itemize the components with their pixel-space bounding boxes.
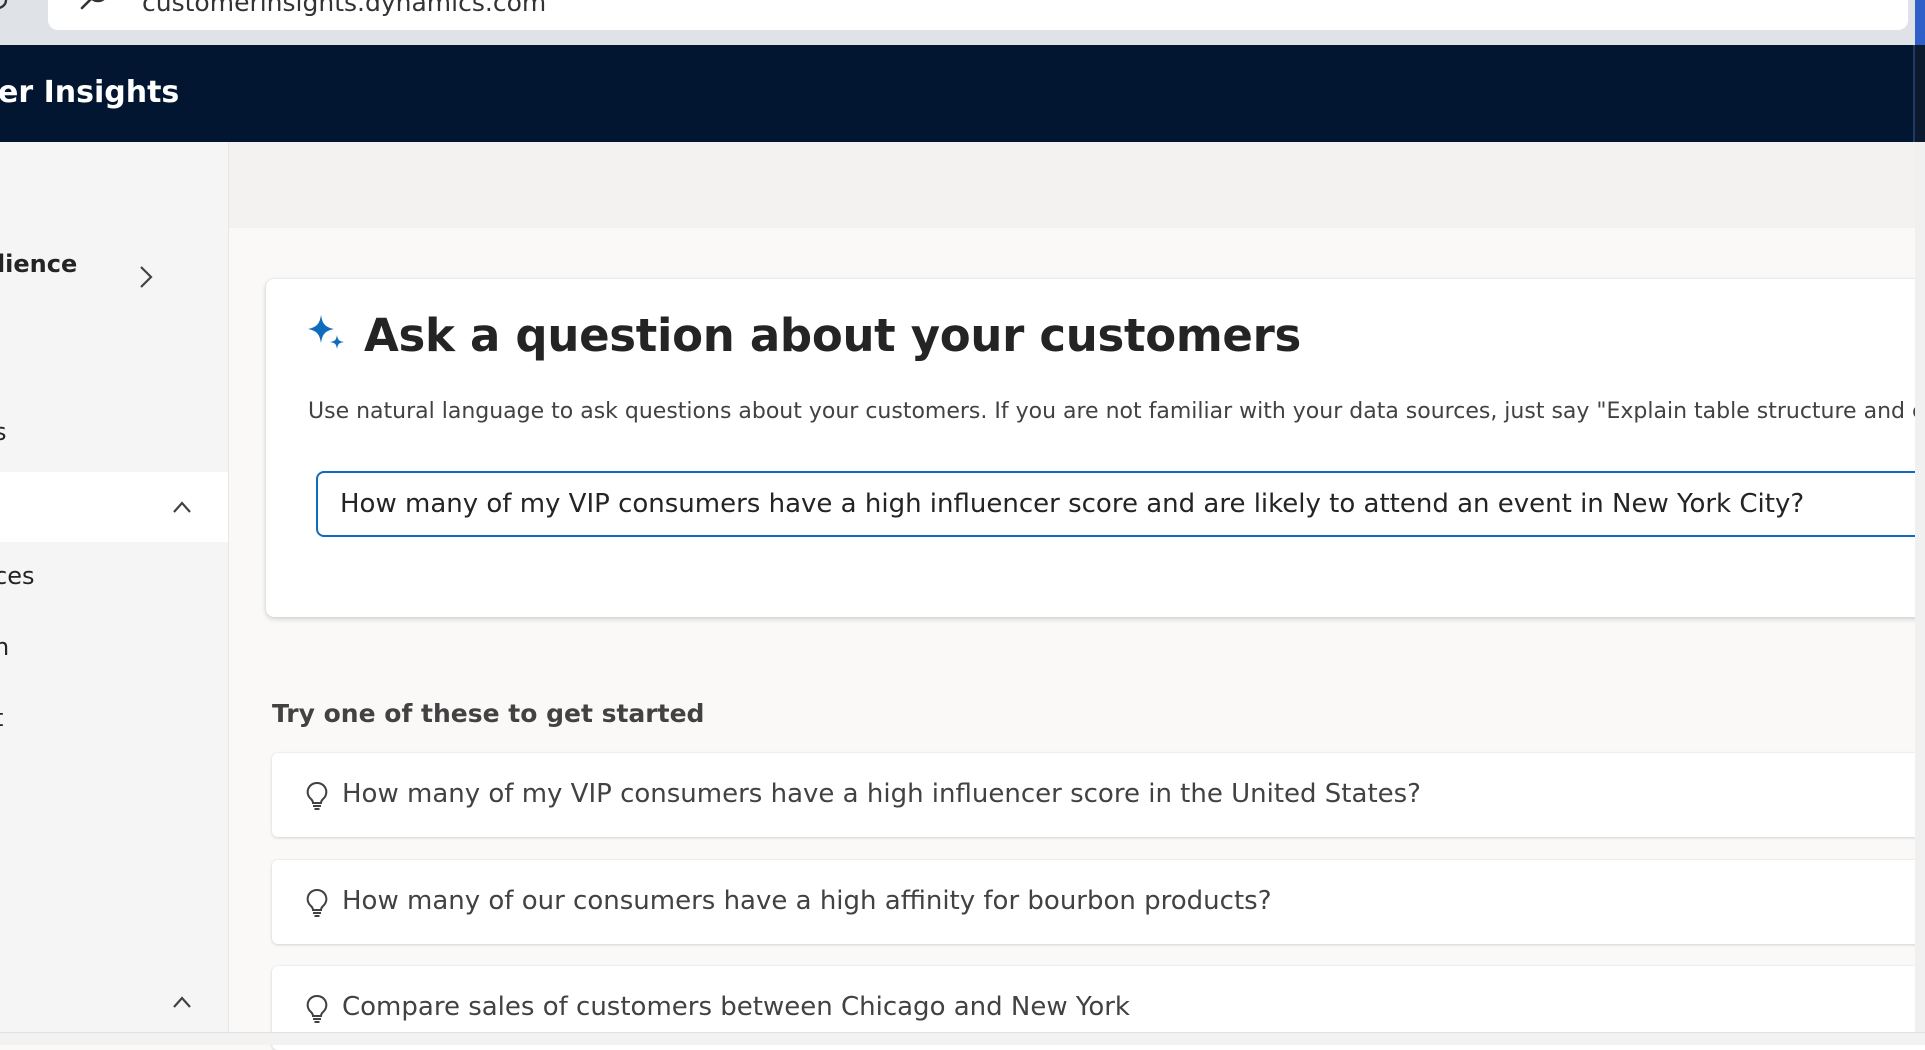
main-top-strip: [229, 142, 1925, 228]
lightbulb-icon: [306, 888, 328, 917]
address-url[interactable]: customerinsights.dynamics.com: [142, 0, 546, 17]
nav-item-2[interactable]: ces: [0, 562, 34, 590]
bottom-strip: [0, 1032, 1925, 1045]
ask-heading: Ask a question about your customers: [364, 309, 1302, 362]
header-scroll-edge: [1913, 45, 1925, 142]
vertical-scrollbar[interactable]: [1915, 142, 1925, 1032]
suggestion-text: How many of my VIP consumers have a high…: [342, 779, 1421, 809]
suggestion-item[interactable]: How many of my VIP consumers have a high…: [272, 753, 1925, 837]
app-header: er Insights: [0, 45, 1925, 142]
nav-group-label: dience: [0, 250, 78, 278]
sparkle-icon: [308, 315, 344, 349]
nav-group-audience[interactable]: dience: [0, 250, 208, 320]
chevron-up-icon[interactable]: [170, 992, 194, 1012]
lightbulb-icon: [306, 994, 328, 1023]
app-title: er Insights: [0, 75, 180, 110]
browser-toolbar: customerinsights.dynamics.com: [0, 0, 1925, 45]
suggestion-text: Compare sales of customers between Chica…: [342, 992, 1130, 1022]
chevron-right-icon[interactable]: [134, 262, 158, 292]
nav-item-3[interactable]: n: [0, 633, 9, 661]
question-input[interactable]: [340, 473, 1925, 535]
question-input-box[interactable]: [316, 471, 1925, 537]
lightbulb-icon: [306, 781, 328, 810]
suggestions-heading: Try one of these to get started: [272, 699, 705, 728]
chevron-up-icon[interactable]: [170, 497, 194, 517]
ask-question-card: Ask a question about your customers Use …: [266, 279, 1925, 617]
search-icon: [80, 0, 105, 10]
suggestion-text: How many of our consumers have a high af…: [342, 886, 1272, 916]
browser-tab-edge: [1915, 0, 1925, 45]
nav-item-1[interactable]: s: [0, 418, 7, 446]
ask-description: Use natural language to ask questions ab…: [308, 399, 1925, 424]
left-navigation: dience s ces n t: [0, 142, 229, 1032]
reload-icon[interactable]: [0, 0, 12, 14]
nav-section-expanded[interactable]: [0, 472, 228, 542]
nav-item-4[interactable]: t: [0, 704, 3, 732]
suggestion-item[interactable]: How many of our consumers have a high af…: [272, 860, 1925, 944]
